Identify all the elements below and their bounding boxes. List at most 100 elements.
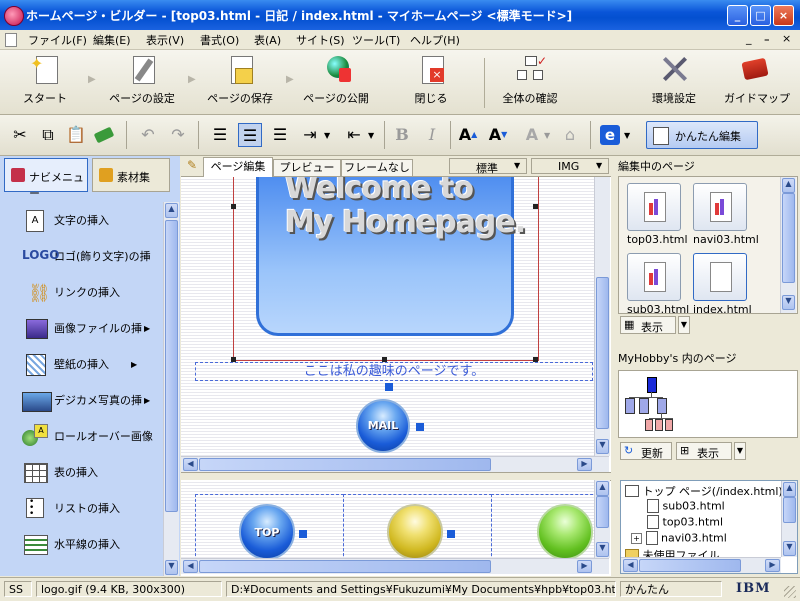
undo-icon[interactable]: ↶ — [136, 123, 160, 147]
scroll-left-button[interactable]: ◀ — [183, 458, 198, 471]
top-frame[interactable]: Welcome to My Homepage. ここは私の趣味のページです。 M… — [181, 177, 594, 456]
scroll-thumb[interactable] — [199, 458, 491, 471]
navi-scrollbar[interactable]: ▲ ▼ — [163, 202, 179, 576]
close-button[interactable]: × — [773, 5, 794, 26]
subtitle-text[interactable]: ここは私の趣味のページです。 — [195, 362, 593, 381]
highlight-icon[interactable]: ⌂ — [558, 123, 582, 147]
tree-item-sub03[interactable]: sub03.html — [647, 499, 725, 513]
font-smaller-icon[interactable]: A▼ — [486, 123, 510, 147]
resize-handle[interactable] — [533, 204, 538, 209]
align-left-icon[interactable]: ☰ — [208, 123, 232, 147]
show-view-button[interactable]: ▦ 表示 — [620, 316, 676, 334]
bold-button[interactable]: B — [390, 123, 414, 147]
app-icon[interactable] — [4, 6, 24, 26]
bottom-frame-hscroll[interactable]: ◀ ▶ — [181, 558, 609, 574]
navi-item-image[interactable]: 画像ファイルの挿 ▶ — [22, 316, 150, 340]
tab-navi-menu[interactable]: ナビメニュー — [4, 158, 88, 200]
welcome-logo-image[interactable]: Welcome to My Homepage. — [256, 177, 526, 336]
maximize-button[interactable]: □ — [750, 5, 771, 26]
page-node[interactable] — [639, 398, 649, 414]
scroll-up-button[interactable]: ▲ — [782, 178, 795, 193]
italic-button[interactable]: I — [420, 123, 444, 147]
scroll-up-button[interactable]: ▲ — [165, 203, 178, 218]
bottom-frame[interactable]: TOP — [181, 480, 594, 558]
style-select[interactable]: 標準 ▼ — [449, 158, 527, 175]
page-node[interactable] — [655, 419, 663, 431]
doc-restore-button[interactable]: ｰ — [764, 32, 770, 48]
scroll-down-button[interactable]: ▼ — [165, 560, 178, 575]
navi-item-list[interactable]: • • • リストの挿入 — [22, 496, 120, 520]
site-structure-view[interactable] — [618, 370, 798, 438]
tab-preview[interactable]: プレビュー — [273, 159, 341, 177]
files-scrollbar[interactable]: ▲ ▼ — [780, 177, 796, 313]
ie-preview-icon[interactable]: e — [598, 123, 622, 147]
save-page-button[interactable]: ページの保存 — [202, 54, 278, 106]
mail-button-image[interactable]: MAIL — [356, 399, 410, 453]
chevron-down-icon[interactable]: ▼ — [734, 442, 746, 460]
scroll-thumb[interactable] — [199, 560, 491, 573]
scroll-right-button[interactable]: ▶ — [577, 458, 592, 471]
top-frame-hscroll[interactable]: ◀ ▶ — [181, 456, 609, 472]
scroll-down-button[interactable]: ▼ — [783, 541, 796, 556]
tree-item-navi03[interactable]: + navi03.html — [631, 531, 727, 545]
chevron-down-icon[interactable]: ▼ — [368, 131, 374, 140]
navi-item-text[interactable]: A 文字の挿入 — [22, 208, 109, 232]
tree-item-top03[interactable]: top03.html — [647, 515, 723, 529]
menu-view[interactable]: 表示(V) — [146, 32, 184, 48]
scroll-up-button[interactable]: ▲ — [596, 481, 609, 496]
menu-tools[interactable]: ツール(T) — [352, 32, 400, 48]
scroll-right-button[interactable]: ▶ — [765, 559, 780, 572]
menu-edit[interactable]: 編集(E) — [93, 32, 131, 48]
file-tile-sub03[interactable] — [627, 253, 681, 301]
navi-item-wallpaper[interactable]: 壁紙の挿入 ▶ — [22, 352, 137, 376]
navi-item-rollover[interactable]: A ロールオーバー画像 — [22, 424, 153, 448]
scroll-left-button[interactable]: ◀ — [623, 559, 638, 572]
indent-icon[interactable]: ⇥ — [298, 123, 322, 147]
scroll-thumb[interactable] — [782, 193, 795, 283]
check-all-button[interactable]: ✓ 全体の確認 — [492, 54, 568, 106]
doc-close-button[interactable]: × — [782, 32, 791, 45]
file-tile-index[interactable] — [693, 253, 747, 301]
scroll-up-button[interactable]: ▲ — [783, 482, 796, 497]
tab-material[interactable]: 素材集 — [92, 158, 170, 192]
bottom-frame-vscroll[interactable]: ▲ ▼ — [594, 480, 610, 558]
yellow-button-image[interactable] — [387, 504, 443, 558]
resize-handle[interactable] — [231, 204, 236, 209]
publish-button[interactable]: ページの公開 — [298, 54, 374, 106]
scroll-down-button[interactable]: ▼ — [596, 439, 609, 454]
navi-item-link[interactable]: ⛓ リンクの挿入 — [22, 280, 120, 304]
chevron-down-icon[interactable]: ▼ — [678, 316, 690, 334]
scroll-thumb[interactable] — [639, 559, 741, 572]
resize-grip-icon[interactable] — [784, 586, 796, 598]
scroll-down-button[interactable]: ▼ — [596, 542, 609, 557]
guide-map-button[interactable]: ガイドマップ — [724, 54, 790, 106]
menu-format[interactable]: 書式(O) — [200, 32, 239, 48]
env-settings-button[interactable]: 環境設定 — [646, 54, 702, 106]
site-tree[interactable]: トップ ページ(/index.html) sub03.html top03.ht… — [620, 480, 798, 574]
file-tile-top03[interactable] — [627, 183, 681, 231]
document-icon[interactable] — [5, 33, 17, 47]
redo-icon[interactable]: ↷ — [166, 123, 190, 147]
page-settings-button[interactable]: ページの設定 — [104, 54, 180, 106]
navi-item-logo[interactable]: LOGO ロゴ(飾り文字)の挿 — [22, 244, 151, 268]
scissors-icon[interactable]: ✂ — [8, 123, 32, 147]
font-larger-icon[interactable]: A▲ — [456, 123, 480, 147]
chevron-down-icon[interactable]: ▼ — [324, 131, 330, 140]
show-structure-button[interactable]: ⊞ 表示 — [676, 442, 732, 460]
menu-site[interactable]: サイト(S) — [296, 32, 345, 48]
top-button-image[interactable]: TOP — [239, 504, 295, 558]
refresh-button[interactable]: ↻ 更新 — [620, 442, 672, 460]
scroll-thumb[interactable] — [596, 496, 609, 528]
tab-page-edit[interactable]: ページ編集 — [203, 157, 273, 177]
tree-item-top[interactable]: トップ ページ(/index.html) — [625, 483, 783, 499]
menu-file[interactable]: ファイル(F) — [28, 32, 87, 48]
logo-selection-box[interactable]: Welcome to My Homepage. — [231, 177, 539, 362]
scroll-right-button[interactable]: ▶ — [577, 560, 592, 573]
page-node[interactable] — [657, 398, 667, 414]
align-center-icon[interactable]: ☰ — [238, 123, 262, 147]
navi-item-photo[interactable]: デジカメ写真の挿 ▶ — [22, 388, 150, 412]
chevron-down-icon[interactable]: ▼ — [624, 131, 630, 140]
navi-item-hr[interactable]: 水平線の挿入 — [22, 532, 120, 556]
close-page-button[interactable]: × 閉じる — [406, 54, 456, 106]
font-color-icon[interactable]: A — [520, 123, 544, 147]
